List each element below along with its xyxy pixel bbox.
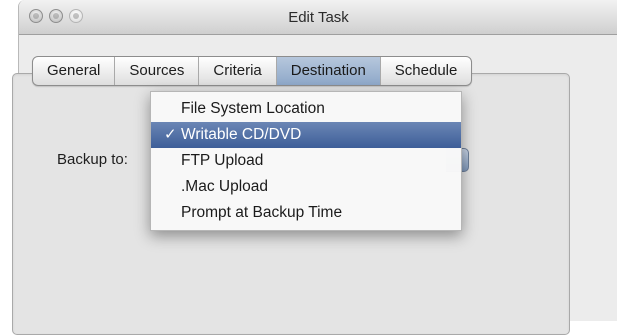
menu-item-prompt-at-backup-time[interactable]: Prompt at Backup Time (151, 200, 461, 226)
menu-item-label: FTP Upload (181, 152, 264, 169)
menu-item-writable-cd-dvd[interactable]: ✓ Writable CD/DVD (151, 122, 461, 148)
backup-to-label: Backup to: (57, 151, 128, 168)
menu-item-label: .Mac Upload (181, 178, 269, 195)
backup-destination-menu: File System Location ✓ Writable CD/DVD F… (150, 91, 462, 231)
title-bar[interactable]: Edit Task (19, 0, 617, 35)
menu-item-file-system-location[interactable]: File System Location (151, 96, 461, 122)
menu-item-mac-upload[interactable]: .Mac Upload (151, 174, 461, 200)
checkmark-icon: ✓ (164, 126, 177, 143)
tab-bar: General Sources Criteria Destination Sch… (32, 56, 473, 86)
menu-item-label: Writable CD/DVD (181, 126, 302, 143)
menu-item-ftp-upload[interactable]: FTP Upload (151, 148, 461, 174)
menu-item-label: Prompt at Backup Time (181, 204, 343, 221)
tab-destination[interactable]: Destination (275, 57, 380, 85)
menu-item-label: File System Location (181, 100, 325, 117)
window-title: Edit Task (288, 9, 349, 26)
tab-sources[interactable]: Sources (114, 57, 198, 85)
tab-general[interactable]: General (33, 57, 114, 85)
tab-schedule[interactable]: Schedule (379, 57, 472, 85)
tab-criteria[interactable]: Criteria (198, 57, 275, 85)
